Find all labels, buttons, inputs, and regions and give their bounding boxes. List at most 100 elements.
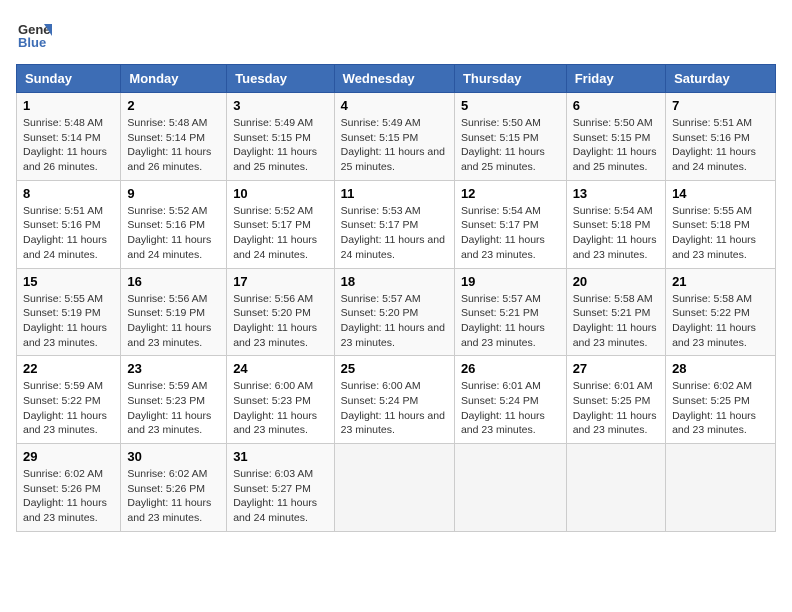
day-number: 14 xyxy=(672,186,769,201)
day-number: 11 xyxy=(341,186,448,201)
col-header-thursday: Thursday xyxy=(454,65,566,93)
calendar-week-row: 29 Sunrise: 6:02 AMSunset: 5:26 PMDaylig… xyxy=(17,444,776,532)
day-detail: Sunrise: 5:56 AMSunset: 5:19 PMDaylight:… xyxy=(127,293,211,349)
day-detail: Sunrise: 5:49 AMSunset: 5:15 PMDaylight:… xyxy=(341,117,445,173)
day-detail: Sunrise: 5:48 AMSunset: 5:14 PMDaylight:… xyxy=(23,117,107,173)
calendar-cell xyxy=(566,444,665,532)
calendar-cell: 16 Sunrise: 5:56 AMSunset: 5:19 PMDaylig… xyxy=(121,268,227,356)
calendar-cell: 24 Sunrise: 6:00 AMSunset: 5:23 PMDaylig… xyxy=(227,356,334,444)
day-number: 3 xyxy=(233,98,327,113)
day-number: 23 xyxy=(127,361,220,376)
day-detail: Sunrise: 5:59 AMSunset: 5:22 PMDaylight:… xyxy=(23,380,107,436)
calendar-cell: 27 Sunrise: 6:01 AMSunset: 5:25 PMDaylig… xyxy=(566,356,665,444)
day-number: 22 xyxy=(23,361,114,376)
day-number: 27 xyxy=(573,361,659,376)
calendar-cell: 26 Sunrise: 6:01 AMSunset: 5:24 PMDaylig… xyxy=(454,356,566,444)
day-number: 6 xyxy=(573,98,659,113)
calendar-cell: 4 Sunrise: 5:49 AMSunset: 5:15 PMDayligh… xyxy=(334,93,454,181)
day-number: 25 xyxy=(341,361,448,376)
calendar-table: SundayMondayTuesdayWednesdayThursdayFrid… xyxy=(16,64,776,532)
calendar-cell: 2 Sunrise: 5:48 AMSunset: 5:14 PMDayligh… xyxy=(121,93,227,181)
day-detail: Sunrise: 5:58 AMSunset: 5:21 PMDaylight:… xyxy=(573,293,657,349)
day-detail: Sunrise: 6:02 AMSunset: 5:25 PMDaylight:… xyxy=(672,380,756,436)
calendar-cell: 29 Sunrise: 6:02 AMSunset: 5:26 PMDaylig… xyxy=(17,444,121,532)
day-number: 8 xyxy=(23,186,114,201)
logo-icon: General Blue xyxy=(16,16,52,52)
day-number: 24 xyxy=(233,361,327,376)
day-number: 10 xyxy=(233,186,327,201)
day-number: 28 xyxy=(672,361,769,376)
day-number: 15 xyxy=(23,274,114,289)
col-header-tuesday: Tuesday xyxy=(227,65,334,93)
day-number: 1 xyxy=(23,98,114,113)
calendar-cell xyxy=(666,444,776,532)
day-number: 13 xyxy=(573,186,659,201)
calendar-cell: 17 Sunrise: 5:56 AMSunset: 5:20 PMDaylig… xyxy=(227,268,334,356)
calendar-week-row: 15 Sunrise: 5:55 AMSunset: 5:19 PMDaylig… xyxy=(17,268,776,356)
calendar-cell xyxy=(454,444,566,532)
day-detail: Sunrise: 5:53 AMSunset: 5:17 PMDaylight:… xyxy=(341,205,445,261)
day-detail: Sunrise: 5:57 AMSunset: 5:20 PMDaylight:… xyxy=(341,293,445,349)
day-detail: Sunrise: 5:52 AMSunset: 5:16 PMDaylight:… xyxy=(127,205,211,261)
day-number: 31 xyxy=(233,449,327,464)
calendar-cell: 22 Sunrise: 5:59 AMSunset: 5:22 PMDaylig… xyxy=(17,356,121,444)
calendar-cell: 23 Sunrise: 5:59 AMSunset: 5:23 PMDaylig… xyxy=(121,356,227,444)
day-detail: Sunrise: 5:58 AMSunset: 5:22 PMDaylight:… xyxy=(672,293,756,349)
calendar-cell: 25 Sunrise: 6:00 AMSunset: 5:24 PMDaylig… xyxy=(334,356,454,444)
col-header-sunday: Sunday xyxy=(17,65,121,93)
calendar-cell: 12 Sunrise: 5:54 AMSunset: 5:17 PMDaylig… xyxy=(454,180,566,268)
day-detail: Sunrise: 5:57 AMSunset: 5:21 PMDaylight:… xyxy=(461,293,545,349)
calendar-week-row: 22 Sunrise: 5:59 AMSunset: 5:22 PMDaylig… xyxy=(17,356,776,444)
calendar-header-row: SundayMondayTuesdayWednesdayThursdayFrid… xyxy=(17,65,776,93)
day-number: 4 xyxy=(341,98,448,113)
calendar-week-row: 8 Sunrise: 5:51 AMSunset: 5:16 PMDayligh… xyxy=(17,180,776,268)
day-detail: Sunrise: 5:51 AMSunset: 5:16 PMDaylight:… xyxy=(672,117,756,173)
calendar-cell: 18 Sunrise: 5:57 AMSunset: 5:20 PMDaylig… xyxy=(334,268,454,356)
calendar-cell: 13 Sunrise: 5:54 AMSunset: 5:18 PMDaylig… xyxy=(566,180,665,268)
day-number: 9 xyxy=(127,186,220,201)
calendar-cell: 3 Sunrise: 5:49 AMSunset: 5:15 PMDayligh… xyxy=(227,93,334,181)
day-number: 2 xyxy=(127,98,220,113)
day-number: 18 xyxy=(341,274,448,289)
calendar-cell: 21 Sunrise: 5:58 AMSunset: 5:22 PMDaylig… xyxy=(666,268,776,356)
day-detail: Sunrise: 5:48 AMSunset: 5:14 PMDaylight:… xyxy=(127,117,211,173)
calendar-cell: 31 Sunrise: 6:03 AMSunset: 5:27 PMDaylig… xyxy=(227,444,334,532)
day-detail: Sunrise: 5:55 AMSunset: 5:19 PMDaylight:… xyxy=(23,293,107,349)
day-number: 5 xyxy=(461,98,560,113)
day-detail: Sunrise: 6:02 AMSunset: 5:26 PMDaylight:… xyxy=(127,468,211,524)
day-number: 17 xyxy=(233,274,327,289)
day-detail: Sunrise: 5:54 AMSunset: 5:17 PMDaylight:… xyxy=(461,205,545,261)
col-header-monday: Monday xyxy=(121,65,227,93)
day-detail: Sunrise: 6:02 AMSunset: 5:26 PMDaylight:… xyxy=(23,468,107,524)
calendar-cell: 10 Sunrise: 5:52 AMSunset: 5:17 PMDaylig… xyxy=(227,180,334,268)
day-detail: Sunrise: 5:54 AMSunset: 5:18 PMDaylight:… xyxy=(573,205,657,261)
col-header-saturday: Saturday xyxy=(666,65,776,93)
calendar-cell: 14 Sunrise: 5:55 AMSunset: 5:18 PMDaylig… xyxy=(666,180,776,268)
day-detail: Sunrise: 5:50 AMSunset: 5:15 PMDaylight:… xyxy=(573,117,657,173)
day-number: 19 xyxy=(461,274,560,289)
day-detail: Sunrise: 5:52 AMSunset: 5:17 PMDaylight:… xyxy=(233,205,317,261)
calendar-cell: 19 Sunrise: 5:57 AMSunset: 5:21 PMDaylig… xyxy=(454,268,566,356)
calendar-cell xyxy=(334,444,454,532)
calendar-cell: 6 Sunrise: 5:50 AMSunset: 5:15 PMDayligh… xyxy=(566,93,665,181)
calendar-cell: 11 Sunrise: 5:53 AMSunset: 5:17 PMDaylig… xyxy=(334,180,454,268)
day-number: 12 xyxy=(461,186,560,201)
calendar-cell: 28 Sunrise: 6:02 AMSunset: 5:25 PMDaylig… xyxy=(666,356,776,444)
day-detail: Sunrise: 6:00 AMSunset: 5:23 PMDaylight:… xyxy=(233,380,317,436)
calendar-cell: 7 Sunrise: 5:51 AMSunset: 5:16 PMDayligh… xyxy=(666,93,776,181)
day-detail: Sunrise: 5:56 AMSunset: 5:20 PMDaylight:… xyxy=(233,293,317,349)
day-detail: Sunrise: 5:55 AMSunset: 5:18 PMDaylight:… xyxy=(672,205,756,261)
day-detail: Sunrise: 5:49 AMSunset: 5:15 PMDaylight:… xyxy=(233,117,317,173)
calendar-cell: 20 Sunrise: 5:58 AMSunset: 5:21 PMDaylig… xyxy=(566,268,665,356)
col-header-friday: Friday xyxy=(566,65,665,93)
day-number: 7 xyxy=(672,98,769,113)
day-number: 29 xyxy=(23,449,114,464)
day-detail: Sunrise: 5:59 AMSunset: 5:23 PMDaylight:… xyxy=(127,380,211,436)
calendar-cell: 5 Sunrise: 5:50 AMSunset: 5:15 PMDayligh… xyxy=(454,93,566,181)
day-number: 20 xyxy=(573,274,659,289)
day-detail: Sunrise: 6:01 AMSunset: 5:25 PMDaylight:… xyxy=(573,380,657,436)
day-number: 16 xyxy=(127,274,220,289)
day-number: 21 xyxy=(672,274,769,289)
svg-text:Blue: Blue xyxy=(18,35,46,50)
logo: General Blue xyxy=(16,16,56,52)
